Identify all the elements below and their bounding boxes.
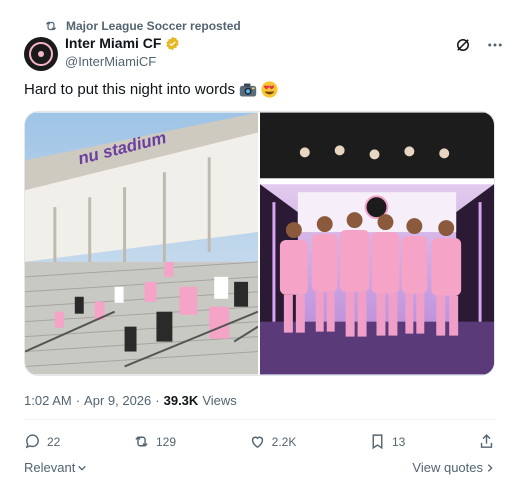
repost-indicator[interactable]: Major League Soccer reposted — [44, 19, 241, 33]
avatar[interactable] — [24, 37, 58, 71]
post-time[interactable]: 1:02 AM — [24, 393, 72, 408]
bookmark-icon — [372, 434, 383, 450]
heart-icon — [251, 436, 263, 449]
tweet-body: Hard to put this night into words — [24, 81, 235, 98]
views-label: Views — [202, 393, 237, 408]
relevant-label: Relevant — [24, 460, 76, 475]
engagement-bar: 22 129 2.2K 13 — [24, 433, 495, 450]
divider — [24, 419, 495, 420]
view-quotes-label: View quotes — [412, 460, 483, 475]
relevant-sort-button[interactable]: Relevant — [24, 460, 87, 475]
repost-button[interactable]: 129 — [133, 433, 176, 450]
meta-separator-1: · — [75, 393, 81, 408]
reply-controls: Relevant View quotes — [24, 460, 495, 475]
camera-flash-emoji-icon — [239, 82, 257, 97]
reply-count: 22 — [47, 434, 61, 449]
stadium-photo[interactable]: nu stadium — [25, 112, 258, 375]
repost-icon — [135, 436, 148, 447]
grok-icon[interactable] — [454, 36, 472, 54]
like-count: 2.2K — [271, 434, 297, 449]
author-block: Inter Miami CF @InterMiamiCF — [65, 35, 180, 69]
media-grid[interactable]: nu stadium — [24, 111, 495, 376]
reply-icon — [25, 434, 39, 449]
view-quotes-link[interactable]: View quotes — [412, 460, 495, 475]
verified-badge-icon — [166, 36, 180, 50]
meta-separator-2: · — [155, 393, 160, 408]
chevron-down-icon — [78, 465, 87, 471]
tweet-text: Hard to put this night into words — [24, 81, 278, 98]
players-tunnel-photo[interactable] — [260, 112, 494, 375]
inter-miami-crest-icon — [29, 42, 53, 66]
repost-icon — [45, 21, 57, 31]
share-icon — [480, 434, 493, 448]
post-top-actions — [454, 36, 504, 54]
post-date[interactable]: Apr 9, 2026 — [84, 393, 151, 408]
repost-count: 129 — [156, 434, 177, 449]
views-count: 39.3K — [163, 393, 199, 408]
reply-button[interactable]: 22 — [24, 433, 60, 450]
heart-eyes-emoji-icon — [261, 81, 278, 98]
author-name[interactable]: Inter Miami CF — [65, 35, 180, 51]
author-handle[interactable]: @InterMiamiCF — [65, 54, 180, 69]
repost-label: Major League Soccer reposted — [66, 19, 241, 33]
post-metadata: 1:02 AM · Apr 9, 2026 · 39.3K Views — [24, 393, 237, 408]
like-button[interactable]: 2.2K — [249, 433, 297, 450]
post: Major League Soccer reposted Inter Miami… — [0, 0, 528, 481]
author-display-name[interactable]: Inter Miami CF — [65, 35, 161, 51]
share-button[interactable] — [478, 433, 495, 450]
more-options-icon[interactable] — [486, 36, 504, 54]
chevron-right-icon — [487, 463, 493, 472]
bookmark-button[interactable]: 13 — [369, 433, 405, 450]
bookmark-count: 13 — [392, 434, 406, 449]
